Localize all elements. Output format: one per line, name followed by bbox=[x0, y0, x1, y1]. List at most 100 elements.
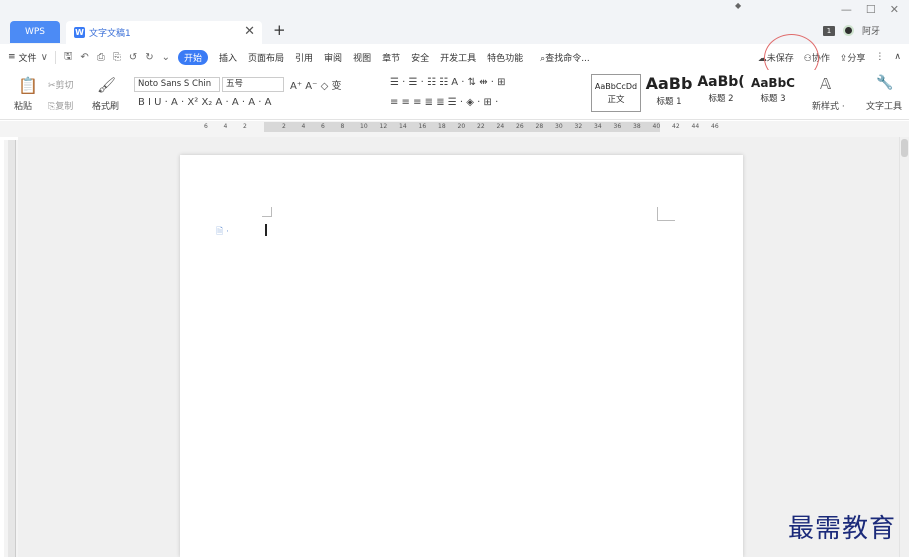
print-icon[interactable]: ⎙ bbox=[97, 52, 105, 63]
format-painter-button[interactable]: 格式刷 bbox=[92, 99, 119, 112]
writer-doc-icon: W bbox=[74, 27, 85, 38]
paragraph-tools-bottom[interactable]: ≡ ≡ ≡ ≣ ≣ ☰ · ◈ · ⊞ · bbox=[390, 97, 498, 108]
preview-icon[interactable]: ⎘ bbox=[113, 52, 121, 63]
share-label: 分享 bbox=[847, 53, 866, 64]
style-heading-3-sample: AaBbC bbox=[751, 76, 795, 90]
undo-history-icon[interactable]: ↶ bbox=[80, 52, 88, 63]
paste-button[interactable]: 粘贴 bbox=[14, 99, 32, 112]
avatar[interactable] bbox=[843, 25, 854, 36]
new-style-button[interactable]: 新样式 · bbox=[812, 99, 845, 112]
divider bbox=[54, 50, 56, 64]
ruler-tick-label: 8 bbox=[340, 123, 345, 130]
account-area: 1 阿牙 bbox=[823, 24, 880, 37]
style-normal-name: 正文 bbox=[607, 95, 625, 105]
window-count-icon[interactable]: 1 bbox=[823, 25, 835, 36]
scrollbar-thumb[interactable] bbox=[901, 139, 908, 157]
copy-label: 复制 bbox=[55, 102, 74, 112]
text-cursor bbox=[265, 224, 267, 236]
vertical-scrollbar[interactable] bbox=[899, 137, 909, 557]
ruler-tick-label: 12 bbox=[379, 123, 388, 130]
chevron-down-icon[interactable]: ∨ bbox=[41, 52, 48, 63]
style-heading-2[interactable]: AaBb( 标题 2 bbox=[696, 74, 746, 112]
ruler-tick-label: 36 bbox=[613, 123, 622, 130]
minimize-button[interactable]: — bbox=[841, 3, 852, 16]
font-name-select[interactable]: Noto Sans S Chin bbox=[134, 77, 220, 92]
title-dot-icon: ◆ bbox=[735, 1, 742, 10]
redo-icon[interactable]: ↻ bbox=[145, 52, 153, 63]
wrench-icon[interactable]: 🔧 bbox=[876, 75, 893, 91]
tab-references[interactable]: 引用 bbox=[295, 51, 313, 64]
collapse-ribbon-icon[interactable]: ∧ bbox=[894, 52, 901, 62]
style-heading-3[interactable]: AaBbC 标题 3 bbox=[748, 74, 798, 112]
tab-page-layout[interactable]: 页面布局 bbox=[248, 51, 284, 64]
ruler-tick-label: 38 bbox=[633, 123, 641, 130]
title-bar: WPS W 文字文稿1 ✕ + ◆ — ☐ ✕ 1 阿牙 bbox=[0, 0, 909, 44]
style-normal[interactable]: AaBbCcDd 正文 bbox=[591, 74, 641, 112]
margin-corner-top-right bbox=[657, 207, 675, 221]
vertical-ruler[interactable] bbox=[4, 140, 18, 557]
customize-toolbar-icon[interactable]: ⌄ bbox=[162, 52, 170, 63]
tab-section[interactable]: 章节 bbox=[382, 51, 400, 64]
ruler-tick-label: 30 bbox=[555, 123, 563, 130]
tab-insert[interactable]: 插入 bbox=[219, 51, 237, 64]
watermark-logo: 最需教育 bbox=[788, 514, 897, 544]
scissors-icon: ✂ bbox=[48, 81, 56, 91]
style-heading-1[interactable]: AaBb 标题 1 bbox=[643, 74, 695, 112]
cut-label: 剪切 bbox=[55, 81, 74, 91]
style-heading-2-name: 标题 2 bbox=[708, 94, 734, 104]
search-command-label: 查找命令... bbox=[545, 53, 590, 64]
tab-home[interactable]: 开始 bbox=[177, 49, 208, 65]
ruler-tick-label: 40 bbox=[652, 123, 661, 130]
ruler-tick-label: 20 bbox=[457, 123, 466, 130]
ruler-band bbox=[8, 140, 16, 557]
tab-security[interactable]: 安全 bbox=[411, 51, 429, 64]
main-menu-icon[interactable]: ≡ bbox=[8, 52, 16, 62]
ruler-tick-label: 6 bbox=[321, 123, 325, 130]
ruler-tick-label: 16 bbox=[418, 123, 427, 130]
paste-icon[interactable]: 📋 bbox=[18, 76, 38, 95]
maximize-button[interactable]: ☐ bbox=[866, 3, 876, 16]
ruler-tick-label: 46 bbox=[711, 123, 719, 130]
cut-button[interactable]: ✂剪切 bbox=[48, 78, 74, 91]
ruler-tick-label: 18 bbox=[438, 123, 446, 130]
close-tab-icon[interactable]: ✕ bbox=[244, 24, 255, 39]
window-controls: — ☐ ✕ bbox=[841, 3, 899, 16]
new-tab-button[interactable]: + bbox=[273, 21, 286, 39]
ruler-tick-label: 2 bbox=[282, 123, 286, 130]
tab-view[interactable]: 视图 bbox=[353, 51, 371, 64]
wps-home-tab[interactable]: WPS bbox=[10, 21, 60, 43]
copy-button[interactable]: ⎘复制 bbox=[48, 99, 73, 112]
tab-developer[interactable]: 开发工具 bbox=[440, 51, 476, 64]
ruler-tick-label: 44 bbox=[691, 123, 700, 130]
save-icon[interactable]: 🖫 bbox=[64, 49, 73, 66]
style-normal-sample: AaBbCcDd bbox=[594, 82, 638, 91]
user-name[interactable]: 阿牙 bbox=[862, 24, 880, 37]
format-painter-icon[interactable]: 🖌 bbox=[97, 76, 116, 94]
ruler-tick-label: 24 bbox=[496, 123, 505, 130]
document-tab[interactable]: W 文字文稿1 ✕ bbox=[66, 21, 262, 44]
undo-icon[interactable]: ↺ bbox=[129, 52, 137, 63]
more-icon[interactable]: ⋮ bbox=[875, 52, 884, 62]
paragraph-tools-top[interactable]: ☰ · ☰ · ☷ ☷ A · ⇅ ⇹ · ⊞ bbox=[390, 77, 506, 88]
paragraph-handle-icon[interactable]: 🗎 · bbox=[216, 224, 229, 240]
new-style-icon[interactable]: 𝔸 bbox=[820, 75, 831, 93]
text-format-tools[interactable]: B I U · A · X² X₂ A · A · A · A bbox=[138, 97, 271, 108]
ruler-tick-label: 14 bbox=[399, 123, 407, 130]
ribbon-toolbar: 📋 粘贴 ✂剪切 ⎘复制 🖌 格式刷 Noto Sans S Chin 五号 A… bbox=[0, 70, 909, 120]
search-command[interactable]: ⌕查找命令... bbox=[540, 51, 590, 64]
font-size-tools[interactable]: A⁺ A⁻ ◇ 变 bbox=[290, 77, 341, 92]
horizontal-ruler[interactable]: 6 4 2 2 4 6 8 10 12 14 16 18 20 22 24 26 28 30 32 34 36 38 40 4… bbox=[200, 121, 719, 133]
share-button[interactable]: ⇪分享 bbox=[840, 51, 866, 64]
close-window-button[interactable]: ✕ bbox=[890, 3, 899, 16]
font-size-select[interactable]: 五号 bbox=[222, 77, 284, 92]
margin-corner-top-left bbox=[262, 207, 272, 217]
file-menu[interactable]: 文件 bbox=[19, 51, 37, 64]
ruler-tick-label: 42 bbox=[672, 123, 680, 130]
ruler-tick-label: 28 bbox=[535, 123, 544, 130]
ruler-tick-label: 22 bbox=[477, 123, 485, 130]
tab-review[interactable]: 审阅 bbox=[324, 51, 342, 64]
style-heading-1-sample: AaBb bbox=[645, 74, 693, 93]
tab-special-features[interactable]: 特色功能 bbox=[487, 51, 523, 64]
text-tools-button[interactable]: 文字工具 bbox=[866, 99, 902, 112]
style-heading-1-name: 标题 1 bbox=[656, 97, 682, 107]
